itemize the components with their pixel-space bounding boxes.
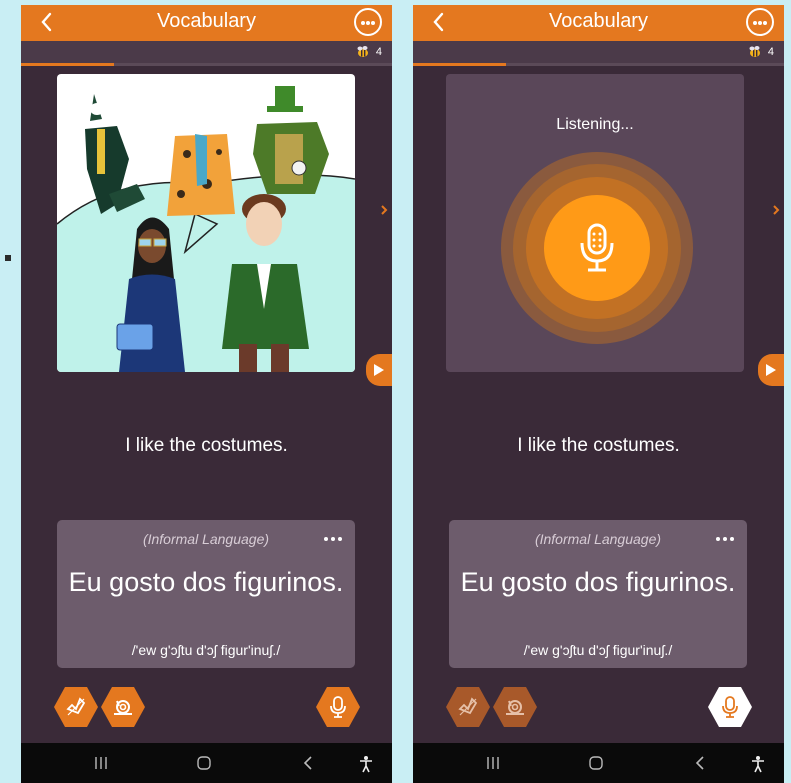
recent-apps-icon[interactable] xyxy=(485,755,501,771)
page-title: Vocabulary xyxy=(549,10,648,32)
lesson-progress xyxy=(21,63,392,66)
chevron-right-icon[interactable] xyxy=(378,203,390,217)
phone-screen-left: Vocabulary 4 I like the costumes. (Infor… xyxy=(21,5,392,783)
snail-icon xyxy=(506,700,524,715)
system-nav-bar xyxy=(21,743,392,783)
slow-audio-button[interactable] xyxy=(101,687,145,727)
translation-card: (Informal Language) Eu gosto dos figurin… xyxy=(57,520,355,668)
play-icon xyxy=(374,364,384,376)
microphone-icon xyxy=(580,223,614,272)
accessibility-icon[interactable] xyxy=(358,755,374,773)
top-bar: Vocabulary xyxy=(413,5,784,41)
register-tag: (Informal Language) xyxy=(142,531,270,547)
english-sentence: I like the costumes. xyxy=(125,435,288,456)
card-options-icon[interactable] xyxy=(321,532,345,546)
microphone-icon xyxy=(722,696,738,718)
listening-card: Listening... xyxy=(446,74,744,372)
record-button[interactable] xyxy=(708,687,752,727)
honey-count: 4 xyxy=(767,46,774,58)
english-sentence: I like the costumes. xyxy=(517,435,680,456)
play-audio-button[interactable] xyxy=(54,687,98,727)
speaker-icon xyxy=(458,697,478,716)
nav-back-icon[interactable] xyxy=(301,755,317,771)
nav-back-icon[interactable] xyxy=(693,755,709,771)
microphone-icon xyxy=(330,696,346,718)
bee-icon xyxy=(749,46,760,57)
chevron-right-icon[interactable] xyxy=(770,203,782,217)
stray-marker xyxy=(5,255,11,261)
accessibility-icon[interactable] xyxy=(750,755,766,773)
record-button[interactable] xyxy=(316,687,360,727)
microphone-button[interactable] xyxy=(544,195,650,301)
status-bar: 4 xyxy=(413,41,784,63)
portuguese-phrase: Eu gosto dos figurinos. xyxy=(68,567,344,597)
phone-screen-right: Vocabulary 4 Listening... I like the cos… xyxy=(413,5,784,783)
play-audio-button[interactable] xyxy=(446,687,490,727)
bee-icon xyxy=(357,46,368,57)
portuguese-phrase: Eu gosto dos figurinos. xyxy=(460,567,736,597)
snail-icon xyxy=(114,700,132,715)
system-nav-bar xyxy=(413,743,784,783)
home-icon[interactable] xyxy=(588,755,604,771)
translation-card: (Informal Language) Eu gosto dos figurin… xyxy=(449,520,747,668)
speaker-icon xyxy=(66,697,86,716)
page-title: Vocabulary xyxy=(157,10,256,32)
play-button[interactable] xyxy=(758,354,784,386)
honey-count: 4 xyxy=(375,46,382,58)
home-icon[interactable] xyxy=(196,755,212,771)
status-bar: 4 xyxy=(21,41,392,63)
more-options-icon[interactable] xyxy=(354,8,382,36)
recent-apps-icon[interactable] xyxy=(93,755,109,771)
phonetic-transcription: /'ew g'ɔʃtu d'ɔʃ figur'inuʃ./ xyxy=(523,642,673,658)
costume-illustration xyxy=(57,86,355,372)
slow-audio-button[interactable] xyxy=(493,687,537,727)
register-tag: (Informal Language) xyxy=(534,531,662,547)
phonetic-transcription: /'ew g'ɔʃtu d'ɔʃ figur'inuʃ./ xyxy=(131,642,281,658)
more-options-icon[interactable] xyxy=(746,8,774,36)
listening-label: Listening... xyxy=(556,116,634,133)
play-icon xyxy=(766,364,776,376)
card-options-icon[interactable] xyxy=(713,532,737,546)
illustration-card xyxy=(57,74,355,372)
top-bar: Vocabulary xyxy=(21,5,392,41)
play-button[interactable] xyxy=(366,354,392,386)
lesson-progress xyxy=(413,63,784,66)
